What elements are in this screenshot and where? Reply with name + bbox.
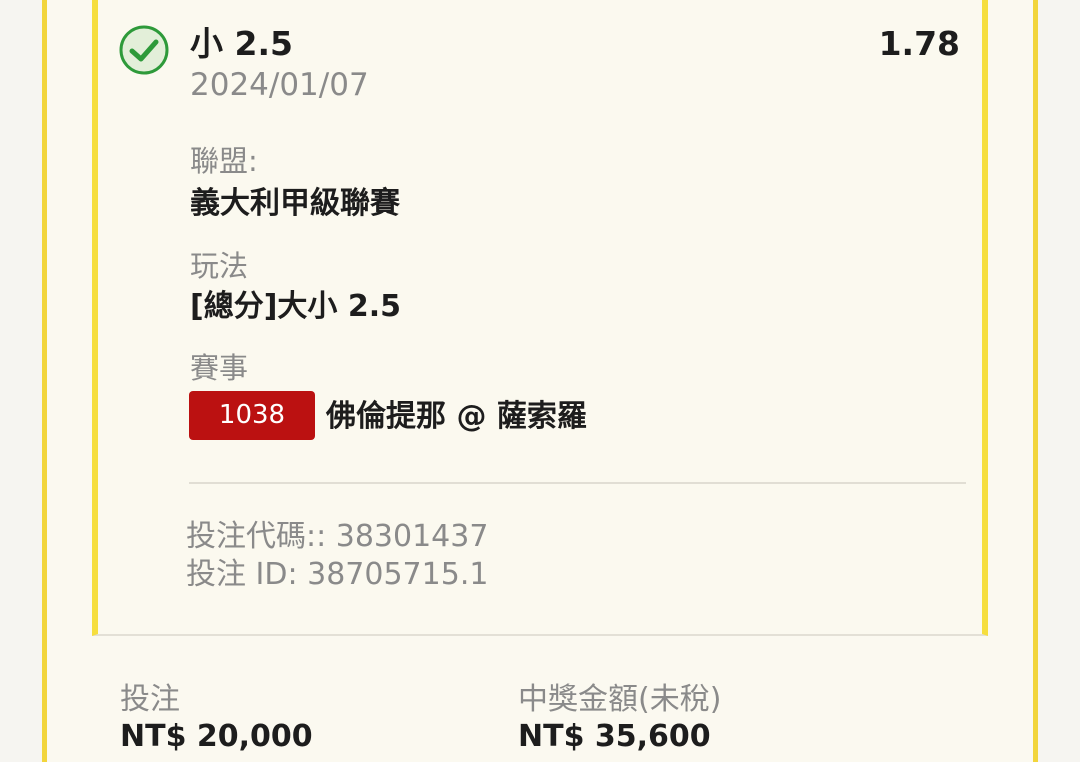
- league-value: 義大利甲級聯賽: [190, 186, 400, 221]
- ticket-divider: [189, 482, 966, 484]
- event-code-badge: 1038: [189, 391, 315, 440]
- event-label: 賽事: [190, 351, 249, 385]
- page-margin-right: [1038, 0, 1080, 762]
- market-label: 玩法: [190, 249, 249, 283]
- stake-label: 投注: [120, 682, 180, 717]
- bet-selection: 小 2.5: [190, 24, 293, 63]
- check-circle-icon: [119, 25, 169, 75]
- bet-odds: 1.78: [878, 24, 960, 63]
- payout-value: NT$ 35,600: [518, 719, 711, 754]
- payout-label: 中獎金額(未稅): [518, 682, 722, 717]
- league-label: 聯盟:: [190, 144, 258, 178]
- bet-date: 2024/01/07: [190, 67, 369, 103]
- bet-id: 投注 ID: 38705715.1: [186, 557, 489, 592]
- market-value: [總分]大小 2.5: [190, 289, 402, 324]
- page-margin-left: [0, 0, 42, 762]
- stake-value: NT$ 20,000: [120, 719, 313, 754]
- bet-code: 投注代碼:: 38301437: [186, 519, 489, 554]
- event-name: 佛倫提那 @ 薩索羅: [326, 399, 587, 434]
